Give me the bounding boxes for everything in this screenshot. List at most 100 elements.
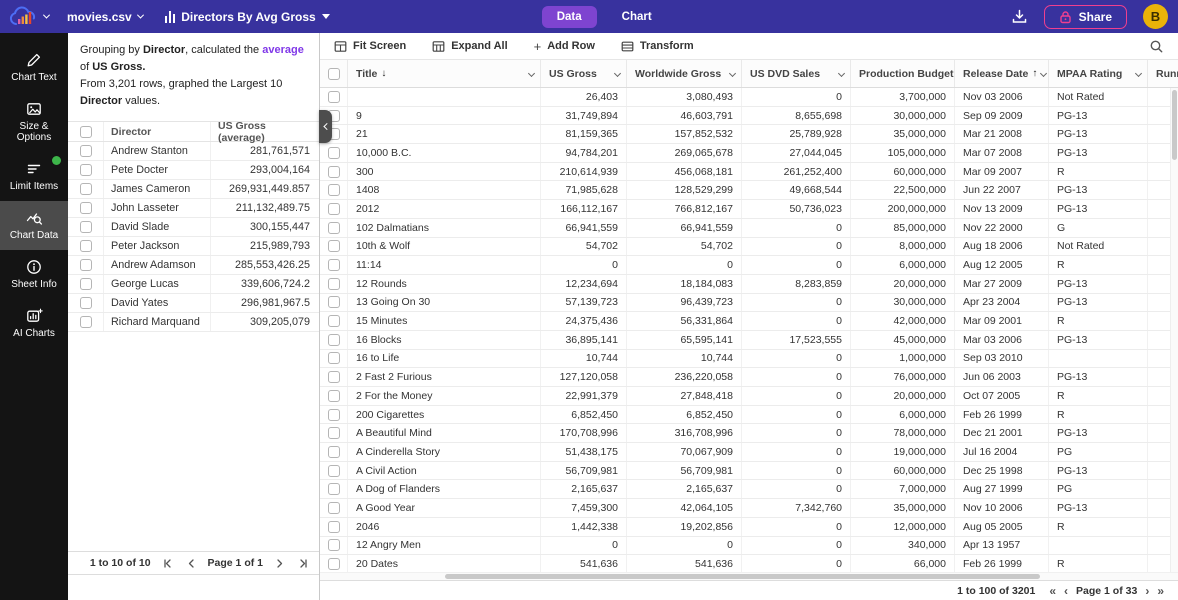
column-header-production-budget[interactable]: Production Budget xyxy=(851,60,955,87)
table-row[interactable]: 10th & Wolf 54,702 54,702 0 8,000,000 Aug 18 … xyxy=(320,237,1178,257)
row-checkbox[interactable] xyxy=(327,520,340,533)
column-header-director[interactable]: Director xyxy=(104,122,211,142)
row-checkbox[interactable] xyxy=(327,464,340,477)
table-row[interactable]: 2 For the Money 22,991,379 27,848,418 0 20,0… xyxy=(320,387,1178,406)
row-checkbox[interactable] xyxy=(327,146,340,159)
table-row[interactable]: 9 31,749,894 46,603,791 8,655,698 30,000,000… xyxy=(320,106,1178,126)
sidebar-item-sheet-info[interactable]: Sheet Info xyxy=(0,250,68,299)
row-checkbox[interactable] xyxy=(327,165,340,178)
table-row[interactable]: 20 Dates 541,636 541,636 0 66,000 Feb 26 1999… xyxy=(320,555,1178,572)
hscroll-thumb[interactable] xyxy=(445,574,1040,579)
sidebar-item-limit-items[interactable]: Limit Items xyxy=(0,152,68,201)
table-row[interactable]: 21 81,159,365 157,852,532 25,789,928 35,000,… xyxy=(320,125,1178,145)
vscroll-thumb[interactable] xyxy=(1172,90,1177,160)
table-row[interactable]: A Good Year 7,459,300 42,064,105 7,342,760 3… xyxy=(320,499,1178,518)
row-checkbox[interactable] xyxy=(327,184,340,197)
table-row[interactable]: A Civil Action 56,709,981 56,709,981 0 60,00… xyxy=(320,461,1178,481)
sidebar-item-chart-data[interactable]: Chart Data xyxy=(0,201,68,250)
row-checkbox[interactable] xyxy=(327,371,340,384)
row-checkbox[interactable] xyxy=(79,183,92,196)
row-checkbox[interactable] xyxy=(79,297,92,310)
row-checkbox[interactable] xyxy=(327,277,340,290)
row-checkbox[interactable] xyxy=(79,240,92,253)
download-icon[interactable] xyxy=(1011,8,1028,25)
tab-data[interactable]: Data xyxy=(541,5,597,28)
app-logo[interactable] xyxy=(8,5,51,29)
column-header-runn[interactable]: Runn xyxy=(1148,60,1178,87)
column-header-worldwide-gross[interactable]: Worldwide Gross xyxy=(627,60,742,87)
row-checkbox[interactable] xyxy=(327,333,340,346)
last-page-icon[interactable] xyxy=(296,558,311,569)
row-checkbox[interactable] xyxy=(327,202,340,215)
sidebar-item-chart-text[interactable]: Chart Text xyxy=(0,43,68,92)
search-button[interactable] xyxy=(1149,39,1164,54)
avatar[interactable]: B xyxy=(1143,4,1168,29)
row-checkbox[interactable] xyxy=(327,259,340,272)
row-checkbox[interactable] xyxy=(79,316,92,329)
tab-chart[interactable]: Chart xyxy=(607,6,667,28)
table-row[interactable]: 300 210,614,939 456,068,181 261,252,400 60,0… xyxy=(320,162,1178,182)
table-row[interactable]: 15 Minutes 24,375,436 56,331,864 0 42,000,00… xyxy=(320,312,1178,331)
column-header-release-date[interactable]: Release Date ↑ xyxy=(955,60,1049,87)
column-menu-chevron-icon[interactable] xyxy=(728,69,737,78)
fit-screen-button[interactable]: Fit Screen xyxy=(334,40,406,53)
add-row-button[interactable]: + Add Row xyxy=(534,39,595,54)
table-row[interactable]: 2012 166,112,167 766,812,167 50,736,023 200,… xyxy=(320,200,1178,219)
column-menu-chevron-icon[interactable] xyxy=(837,69,846,78)
file-selector[interactable]: movies.csv xyxy=(67,10,144,24)
table-row[interactable]: 12 Rounds 12,234,694 18,184,083 8,283,859 20… xyxy=(320,274,1178,294)
row-checkbox[interactable] xyxy=(79,221,92,234)
table-row[interactable]: 16 to Life 10,744 10,744 0 1,000,000 Sep 03 2… xyxy=(320,349,1178,369)
row-checkbox[interactable] xyxy=(327,558,340,571)
aggregation-link[interactable]: average xyxy=(262,44,304,56)
row-checkbox[interactable] xyxy=(327,427,340,440)
table-row[interactable]: 13 Going On 30 57,139,723 96,439,723 0 30,00… xyxy=(320,293,1178,313)
row-checkbox[interactable] xyxy=(327,483,340,496)
select-all-checkbox[interactable] xyxy=(327,67,340,80)
collapse-panel-handle[interactable] xyxy=(319,110,332,143)
column-menu-chevron-icon[interactable] xyxy=(1040,69,1048,78)
column-header-mpaa-rating[interactable]: MPAA Rating xyxy=(1049,60,1148,87)
column-header-us-gross[interactable]: US Gross xyxy=(541,60,627,87)
table-row[interactable]: A Dog of Flanders 2,165,637 2,165,637 0 7,00… xyxy=(320,480,1178,500)
last-page-icon[interactable]: » xyxy=(1157,585,1164,597)
row-checkbox[interactable] xyxy=(327,539,340,552)
first-page-icon[interactable] xyxy=(160,558,175,569)
table-row[interactable]: 2 Fast 2 Furious 127,120,058 236,220,058 0 7… xyxy=(320,368,1178,387)
horizontal-scrollbar[interactable] xyxy=(320,572,1178,580)
column-header-title[interactable]: Title ↓ xyxy=(348,60,541,87)
chart-selector[interactable]: Directors By Avg Gross xyxy=(164,10,330,24)
prev-page-icon[interactable]: ‹ xyxy=(1064,585,1068,597)
table-row[interactable]: 10,000 B.C. 94,784,201 269,065,678 27,044,0… xyxy=(320,144,1178,163)
column-menu-chevron-icon[interactable] xyxy=(1134,69,1143,78)
prev-page-icon[interactable] xyxy=(184,558,199,569)
vertical-scrollbar[interactable] xyxy=(1170,88,1178,572)
row-checkbox[interactable] xyxy=(79,202,92,215)
row-checkbox[interactable] xyxy=(327,240,340,253)
column-header-us-dvd-sales[interactable]: US DVD Sales xyxy=(742,60,851,87)
row-checkbox[interactable] xyxy=(327,90,340,103)
column-menu-chevron-icon[interactable] xyxy=(527,69,536,78)
column-menu-chevron-icon[interactable] xyxy=(613,69,622,78)
row-checkbox[interactable] xyxy=(327,221,340,234)
sidebar-item-ai-charts[interactable]: AI Charts xyxy=(0,299,68,348)
row-checkbox[interactable] xyxy=(327,408,340,421)
row-checkbox[interactable] xyxy=(79,164,92,177)
table-row[interactable]: A Cinderella Story 51,438,175 70,067,909 0 1… xyxy=(320,443,1178,462)
table-row[interactable]: 12 Angry Men 0 0 0 340,000 Apr 13 1957 xyxy=(320,536,1178,556)
table-row[interactable]: 16 Blocks 36,895,141 65,595,141 17,523,555 4… xyxy=(320,330,1178,350)
row-checkbox[interactable] xyxy=(327,389,340,402)
row-checkbox[interactable] xyxy=(79,145,92,158)
next-page-icon[interactable]: › xyxy=(1145,585,1149,597)
next-page-icon[interactable] xyxy=(272,558,287,569)
table-row[interactable]: A Beautiful Mind 170,708,996 316,708,996 0 7… xyxy=(320,424,1178,444)
expand-all-button[interactable]: Expand All xyxy=(432,40,508,53)
share-button[interactable]: Share xyxy=(1043,4,1127,29)
select-all-checkbox[interactable] xyxy=(79,125,92,138)
table-row[interactable]: 26,403 3,080,493 0 3,700,000 Nov 03 2006 Not … xyxy=(320,88,1178,107)
table-row[interactable]: 200 Cigarettes 6,852,450 6,852,450 0 6,000,0… xyxy=(320,405,1178,425)
row-checkbox[interactable] xyxy=(79,278,92,291)
transform-button[interactable]: Transform xyxy=(621,40,694,53)
row-checkbox[interactable] xyxy=(327,352,340,365)
row-checkbox[interactable] xyxy=(327,315,340,328)
